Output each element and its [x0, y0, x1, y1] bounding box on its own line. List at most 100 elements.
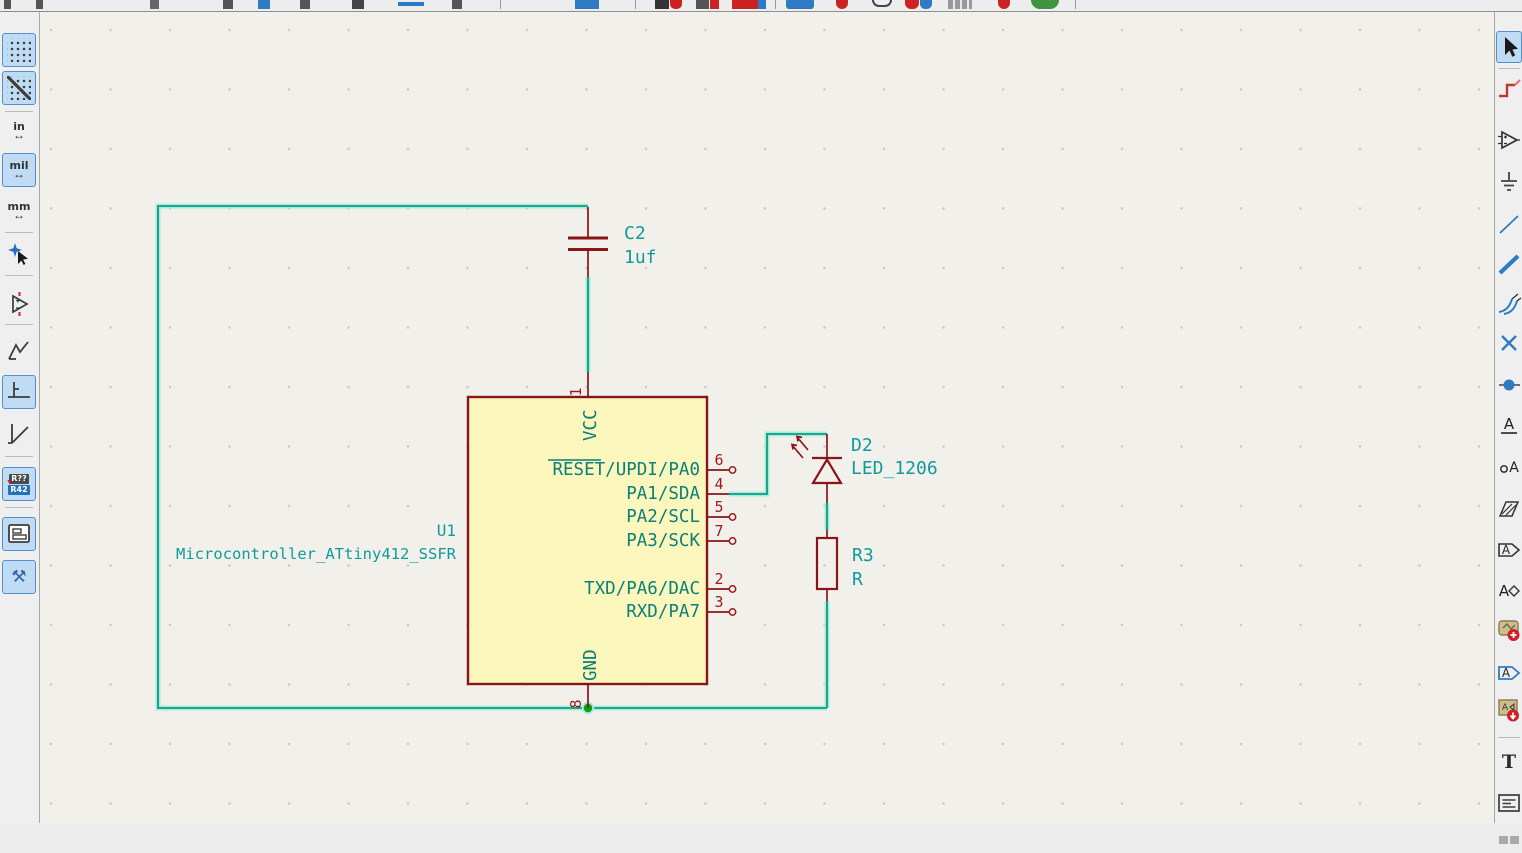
- sheet-import-icon: A: [1498, 699, 1519, 722]
- place-symbol-button[interactable]: [1496, 124, 1522, 156]
- unit-mils-button[interactable]: mil ↔: [2, 153, 36, 187]
- hv-wires-button[interactable]: [2, 375, 36, 409]
- grid-overrides-button[interactable]: [2, 71, 36, 105]
- top-toolbar-partial-icon[interactable]: [352, 0, 364, 9]
- top-toolbar-partial-icon[interactable]: [36, 0, 43, 9]
- grid-dots-button[interactable]: [2, 33, 36, 67]
- top-toolbar-partial-icon[interactable]: [223, 0, 233, 9]
- pin-number-5: 5: [714, 498, 723, 516]
- top-toolbar-partial-icon[interactable]: [786, 0, 814, 9]
- pin-number-2: 2: [714, 570, 723, 588]
- cursor-arrow-icon: [1505, 37, 1518, 57]
- no-connect-button[interactable]: [1496, 327, 1522, 359]
- directive-label-button[interactable]: A: [1496, 449, 1522, 481]
- value-D2[interactable]: LED_1206: [851, 458, 938, 479]
- grid-override-icon: [7, 76, 31, 100]
- 45deg-wires-button[interactable]: [2, 417, 36, 451]
- right-toolbar: A A A A A A T: [1494, 12, 1522, 844]
- net-label-button[interactable]: A: [1496, 409, 1522, 441]
- bus-icon: [1498, 254, 1520, 275]
- value-U1[interactable]: Microcontroller_ATtiny412_SSFR: [176, 545, 457, 563]
- top-toolbar-partial-icon[interactable]: [998, 0, 1010, 9]
- toolbar-separator: [775, 0, 776, 9]
- annotate-button[interactable]: R?? R42 ▼: [2, 467, 36, 501]
- unit-mm-button[interactable]: mm ↔: [2, 194, 36, 228]
- sheet-add-icon: [1498, 620, 1520, 641]
- text-box-button[interactable]: [1496, 787, 1522, 819]
- top-toolbar-partial-icon[interactable]: [836, 0, 848, 9]
- pin-number-6: 6: [714, 451, 723, 469]
- top-toolbar-partial-icon[interactable]: [948, 0, 972, 9]
- net-label-icon: A: [1501, 415, 1517, 434]
- highlight-net-button[interactable]: [1496, 73, 1522, 105]
- tools-icon: ⚒: [11, 567, 27, 586]
- bus-entry-icon: [1498, 293, 1521, 315]
- wire-to-bus-entry-button[interactable]: [1496, 287, 1522, 319]
- pin-number-7: 7: [714, 522, 723, 540]
- top-toolbar-partial-icon[interactable]: [1031, 0, 1059, 9]
- highlight-net-icon: [1499, 79, 1521, 98]
- toolbar-separator: [500, 0, 501, 9]
- symbol-text-shape-button[interactable]: A: [1496, 574, 1522, 606]
- hierarchical-label-button[interactable]: A: [1496, 533, 1522, 565]
- 45deg-wire-icon: [8, 424, 29, 444]
- global-label-button[interactable]: A: [1496, 656, 1522, 688]
- text-tool-icon: T: [1501, 751, 1517, 773]
- pin-name-GND: GND: [581, 649, 601, 681]
- top-toolbar-partial-icon[interactable]: [732, 0, 766, 9]
- top-toolbar-partial-icon[interactable]: [452, 0, 462, 9]
- import-sheet-pin-button[interactable]: A: [1496, 694, 1522, 726]
- top-toolbar-partial-icon[interactable]: [575, 0, 599, 9]
- reference-R3[interactable]: R3: [852, 545, 874, 566]
- top-toolbar-partial-icon[interactable]: [872, 0, 892, 7]
- pin-number-1: 1: [567, 387, 585, 396]
- pin-name-RESET: RESET/UPDI/PA0: [552, 460, 700, 480]
- schematic-canvas[interactable]: C2 1uf 1 6 4 5 7 2 3 8 VCC RESET/UPDI/PA…: [40, 12, 1494, 823]
- place-sheet-button[interactable]: [1496, 614, 1522, 646]
- hierarchy-navigator-button[interactable]: [2, 517, 36, 551]
- top-toolbar-partial-icon[interactable]: [696, 0, 709, 9]
- text-tool-button[interactable]: T: [1496, 746, 1522, 778]
- double-arrow-icon: ↔: [13, 167, 25, 181]
- top-toolbar-partial-icon[interactable]: [4, 0, 11, 9]
- draw-wire-button[interactable]: [1496, 208, 1522, 240]
- top-toolbar-partial-icon[interactable]: [300, 0, 310, 9]
- top-toolbar-partial-icon[interactable]: [905, 0, 919, 9]
- hidden-pins-icon: [12, 292, 29, 316]
- svg-text:A: A: [1502, 543, 1511, 557]
- pin-number-4: 4: [714, 475, 723, 493]
- draw-bus-button[interactable]: [1496, 248, 1522, 280]
- rule-area-button[interactable]: [1496, 493, 1522, 525]
- crosshair-cursor-button[interactable]: [2, 237, 36, 271]
- show-hidden-pins-button[interactable]: [2, 287, 36, 321]
- junction-button[interactable]: [1496, 368, 1522, 400]
- reference-C2[interactable]: C2: [624, 223, 646, 244]
- top-toolbar-partial-icon[interactable]: [920, 0, 932, 9]
- wire-icon: [1499, 215, 1519, 234]
- svg-text:A: A: [1502, 666, 1511, 680]
- reference-U1[interactable]: U1: [437, 521, 456, 540]
- unit-inches-button[interactable]: in ↔: [2, 114, 36, 148]
- top-toolbar-partial-icon[interactable]: [670, 0, 682, 9]
- schematic-setup-button[interactable]: ⚒: [2, 560, 36, 594]
- value-R3[interactable]: R: [852, 569, 863, 590]
- no-connect-x-icon: [1501, 335, 1517, 351]
- ground-symbol-icon: [1501, 172, 1517, 191]
- free-angle-wire-icon: [8, 341, 29, 360]
- value-C2[interactable]: 1uf: [624, 247, 657, 268]
- pin-number-3: 3: [714, 593, 723, 611]
- top-toolbar-partial-icon[interactable]: [655, 0, 669, 9]
- pin-name-VCC: VCC: [581, 409, 601, 441]
- select-tool-button[interactable]: [1496, 31, 1522, 63]
- reference-D2[interactable]: D2: [851, 435, 873, 456]
- free-angle-wires-button[interactable]: [2, 334, 36, 368]
- top-toolbar-partial-icon[interactable]: [398, 2, 424, 6]
- partially-visible-tool-button[interactable]: [1496, 821, 1522, 853]
- pin-name-PA1-SDA: PA1/SDA: [626, 484, 700, 504]
- pin-name-TXD-PA6-DAC: TXD/PA6/DAC: [584, 579, 700, 599]
- top-toolbar-partial-icon[interactable]: [150, 0, 159, 9]
- top-toolbar-partial-icon[interactable]: [710, 0, 719, 9]
- place-power-port-button[interactable]: [1496, 166, 1522, 198]
- top-toolbar-partial-icon[interactable]: [258, 0, 270, 9]
- crosshair-cursor-icon: [8, 243, 28, 265]
